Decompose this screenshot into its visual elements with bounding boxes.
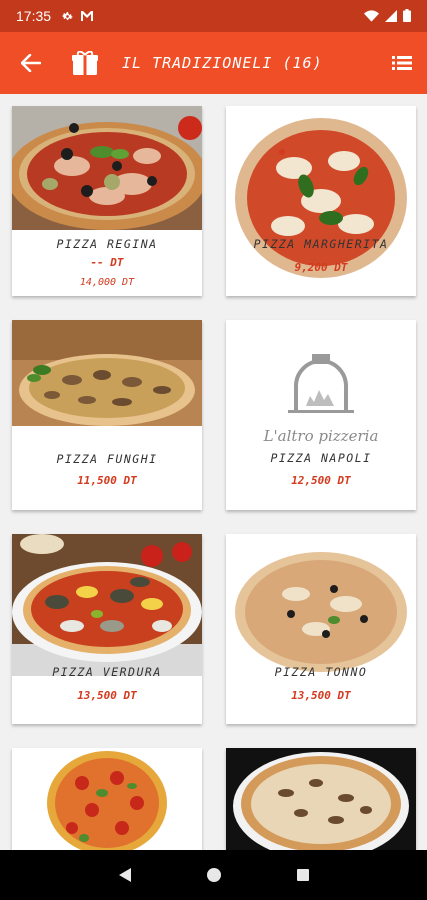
pizza-verdura-image <box>12 534 202 676</box>
circle-home-icon <box>206 868 221 882</box>
battery-icon <box>403 7 411 26</box>
product-grid: PIZZA REGINA -- DT 14,000 DT PIZZA MARGH… <box>0 94 427 850</box>
product-old-price: 14,000 DT <box>79 277 135 288</box>
signal-icon <box>385 7 397 26</box>
product-card-napoli[interactable]: L'altro pizzeria PIZZA NAPOLI 12,500 DT <box>226 320 416 510</box>
app-bar: IL TRADIZIONELI (16) <box>0 32 427 94</box>
product-card-funghi[interactable]: PIZZA FUNGHI 11,500 DT <box>12 320 202 510</box>
nav-recents-button[interactable] <box>291 863 315 887</box>
triangle-back-icon <box>118 868 131 882</box>
nav-back-button[interactable] <box>113 863 137 887</box>
back-button[interactable] <box>0 32 62 94</box>
product-name: PIZZA TONNO <box>274 665 368 679</box>
product-name: PIZZA MARGHERITA <box>253 237 389 251</box>
page-title: IL TRADIZIONELI (16) <box>122 54 323 72</box>
wifi-icon <box>364 7 379 26</box>
product-price: 12,500 DT <box>291 474 351 487</box>
list-view-icon <box>392 56 412 70</box>
product-card-regina[interactable]: PIZZA REGINA -- DT 14,000 DT <box>12 106 202 296</box>
product-card[interactable] <box>226 748 416 850</box>
box-icon <box>62 32 108 94</box>
status-time: 17:35 <box>16 8 52 24</box>
pizzeria-logo-text: L'altro pizzeria <box>263 427 379 445</box>
list-view-button[interactable] <box>377 32 427 94</box>
gmail-icon <box>80 10 94 22</box>
nav-home-button[interactable] <box>202 863 226 887</box>
product-price: 9,200 DT <box>294 261 348 274</box>
pizza-regina-image <box>12 106 202 230</box>
pizza-image <box>12 748 202 850</box>
product-price: 11,500 DT <box>77 474 137 487</box>
product-card-tonno[interactable]: PIZZA TONNO 13,500 DT <box>226 534 416 724</box>
product-card-verdura[interactable]: PIZZA VERDURA 13,500 DT <box>12 534 202 724</box>
product-name: PIZZA VERDURA <box>52 665 162 679</box>
gear-icon <box>61 10 74 23</box>
arrow-left-icon <box>21 54 41 72</box>
product-card[interactable] <box>12 748 202 850</box>
product-price: -- DT <box>90 256 124 269</box>
product-name: PIZZA REGINA <box>56 237 158 251</box>
pizza-tonno-image <box>226 534 416 674</box>
product-price: 13,500 DT <box>77 689 137 702</box>
pizza-funghi-image <box>12 320 202 426</box>
product-price: 13,500 DT <box>291 689 351 702</box>
system-nav-bar <box>0 850 427 900</box>
pizza-image <box>226 748 416 850</box>
product-card-margherita[interactable]: PIZZA MARGHERITA 9,200 DT <box>226 106 416 296</box>
product-name: PIZZA NAPOLI <box>270 451 372 465</box>
product-name: PIZZA FUNGHI <box>56 452 158 466</box>
status-bar: 17:35 <box>0 0 427 32</box>
square-recents-icon <box>296 869 309 881</box>
